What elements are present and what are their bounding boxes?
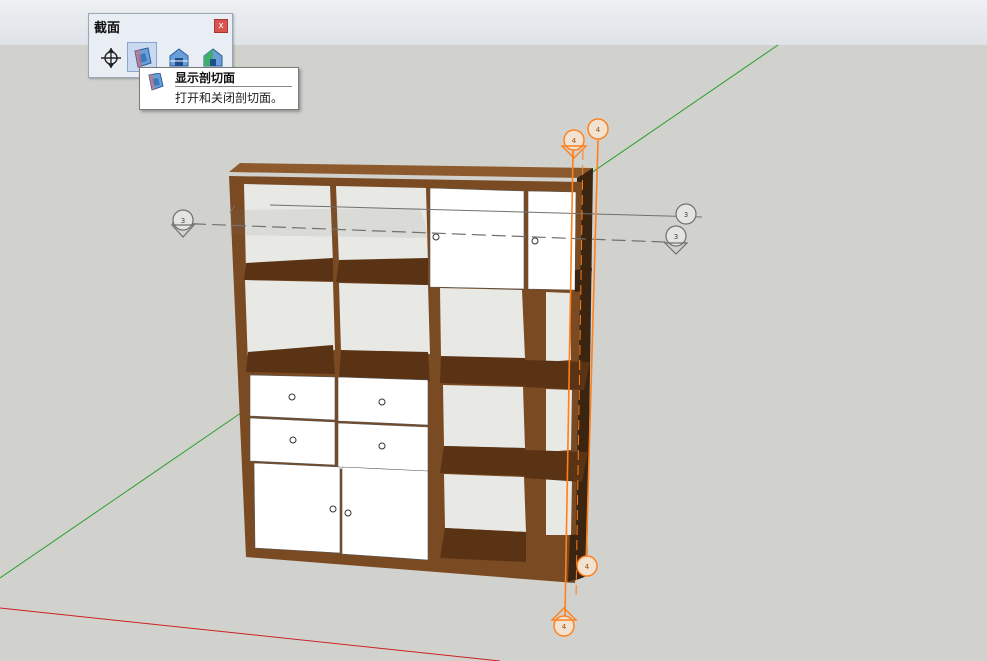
- svg-text:4: 4: [596, 126, 601, 134]
- display-section-planes-icon: [134, 47, 152, 68]
- drawer-knob: [378, 398, 386, 406]
- door-knob: [531, 237, 539, 245]
- cell-opening: [443, 385, 525, 448]
- section-marker[interactable]: 4: [560, 129, 588, 159]
- shelf-edge-protrusion: [575, 268, 592, 292]
- section-marker[interactable]: 3: [675, 203, 697, 225]
- cell-inner-shade: [440, 528, 526, 562]
- cell-opening: [440, 288, 525, 358]
- svg-text:4: 4: [585, 563, 590, 571]
- section-marker[interactable]: 4: [550, 607, 578, 637]
- tooltip: 显示剖切面 打开和关闭剖切面。: [139, 67, 299, 110]
- svg-text:3: 3: [181, 217, 185, 225]
- cell-opening: [339, 283, 430, 354]
- section-marker[interactable]: 3: [663, 225, 689, 255]
- cabinet-door[interactable]: [253, 462, 341, 554]
- tooltip-description: 打开和关闭剖切面。: [175, 91, 284, 105]
- display-section-cuts-icon: [169, 48, 189, 67]
- tooltip-divider: [175, 86, 292, 87]
- cabinet-door[interactable]: [429, 187, 525, 290]
- display-section-fill-icon: [203, 48, 223, 67]
- drawer-knob: [288, 393, 296, 401]
- drawer-knob: [289, 436, 297, 444]
- cell-inner-shade: [440, 446, 525, 476]
- svg-text:3: 3: [674, 233, 678, 241]
- toolbar-title: 截面: [94, 21, 121, 36]
- door-knob: [432, 233, 440, 241]
- section-marker[interactable]: 4: [587, 118, 609, 140]
- svg-text:3: 3: [684, 211, 688, 219]
- section-marker[interactable]: 4: [576, 555, 598, 577]
- cell-opening: [444, 474, 526, 532]
- shelf-edge-protrusion: [525, 360, 590, 390]
- drawer-knob: [378, 442, 386, 450]
- cell-opening: [546, 292, 571, 362]
- door-knob: [344, 509, 352, 517]
- svg-text:4: 4: [562, 623, 567, 631]
- section-marker[interactable]: 3: [170, 209, 196, 238]
- section-plane-icon: [101, 48, 121, 68]
- tooltip-title: 显示剖切面: [175, 71, 236, 85]
- cell-opening: [546, 479, 572, 535]
- cell-inner-shade: [336, 258, 428, 285]
- section-plane-button[interactable]: [95, 42, 125, 72]
- cell-inner-shade: [440, 356, 525, 386]
- display-section-planes-icon: [148, 73, 164, 91]
- shelf-top-surface: [229, 163, 593, 178]
- close-button[interactable]: x: [214, 19, 228, 33]
- red-axis-line: [0, 607, 501, 661]
- cabinet-door[interactable]: [341, 466, 429, 561]
- svg-text:4: 4: [572, 137, 577, 145]
- door-knob: [329, 505, 337, 513]
